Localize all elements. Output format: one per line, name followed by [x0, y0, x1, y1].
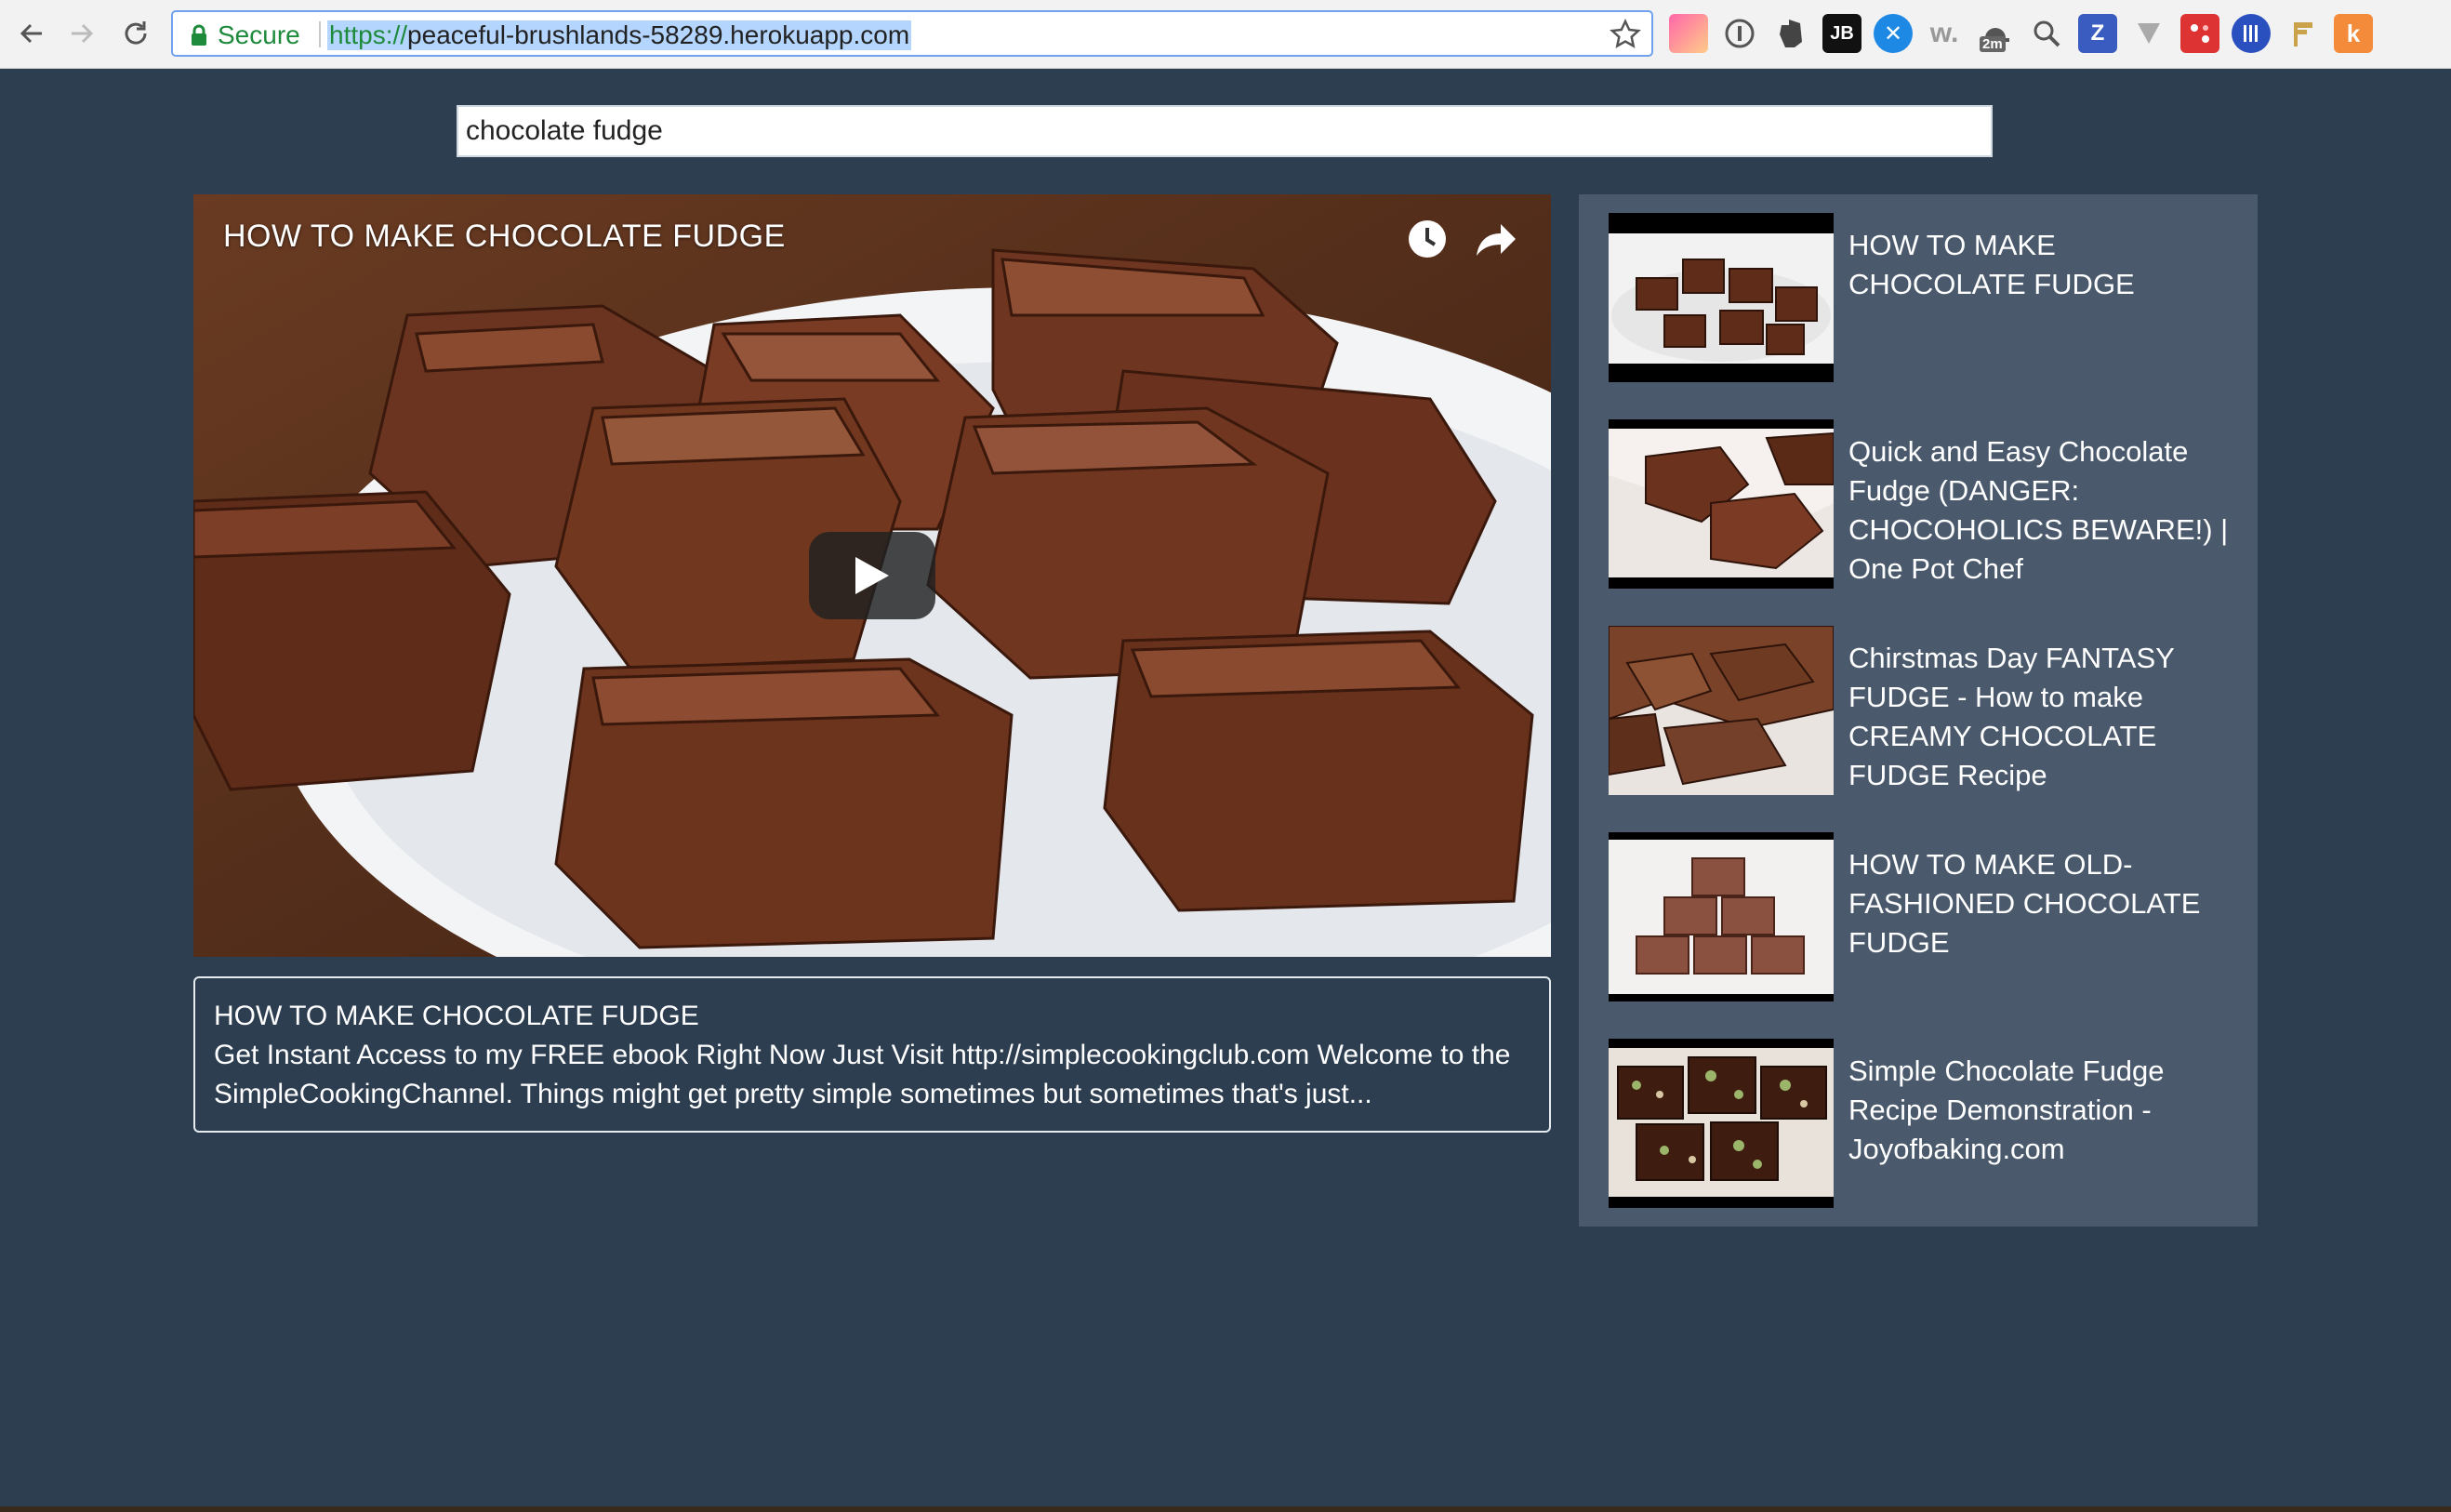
flag-icon[interactable] [2283, 14, 2322, 53]
w-icon[interactable]: w. [1925, 14, 1964, 53]
hubspot-icon[interactable]: k [2334, 14, 2373, 53]
video-description: HOW TO MAKE CHOCOLATE FUDGE Get Instant … [193, 976, 1551, 1133]
video-title[interactable]: HOW TO MAKE CHOCOLATE FUDGE [223, 219, 786, 255]
related-video-title[interactable]: Simple Chocolate Fudge Recipe Demonstrat… [1848, 1052, 2239, 1169]
video-thumbnail[interactable] [1609, 832, 1834, 1001]
v-icon[interactable] [2129, 14, 2168, 53]
grid-icon[interactable] [2180, 14, 2219, 53]
address-bar[interactable]: Secure https://peaceful-brushlands-58289… [171, 10, 1653, 57]
zoom-icon[interactable] [2027, 14, 2066, 53]
forward-arrow-icon [72, 23, 94, 44]
secure-indicator[interactable]: Secure [190, 20, 300, 50]
list-item[interactable]: Quick and Easy Chocolate Fudge (DANGER: … [1609, 419, 2241, 589]
extensions-bar: JB ✕ w. 2m Z k [1669, 14, 2373, 53]
watch-later-icon[interactable] [1405, 217, 1450, 261]
reload-button[interactable] [117, 15, 154, 52]
jetbrains-icon[interactable]: JB [1822, 14, 1861, 53]
stripes-icon[interactable] [2232, 14, 2271, 53]
search-input[interactable] [457, 105, 1993, 157]
extension-badge: 2m [1980, 36, 2006, 52]
bookmark-star-icon[interactable] [1609, 18, 1642, 51]
related-video-title[interactable]: Chirstmas Day FANTASY FUDGE - How to mak… [1848, 639, 2239, 795]
related-video-title[interactable]: HOW TO MAKE CHOCOLATE FUDGE [1848, 226, 2239, 304]
list-item[interactable]: HOW TO MAKE OLD-FASHIONED CHOCOLATE FUDG… [1609, 832, 2241, 1001]
back-button[interactable] [13, 15, 50, 52]
reload-icon [125, 21, 147, 45]
paint-icon[interactable] [1669, 14, 1708, 53]
video-player[interactable]: HOW TO MAKE CHOCOLATE FUDGE [193, 194, 1551, 957]
divider [319, 21, 321, 47]
url-text[interactable]: https://peaceful-brushlands-58289.heroku… [327, 20, 912, 50]
url-scheme: https:// [329, 20, 408, 49]
back-arrow-icon [20, 23, 42, 44]
list-item[interactable]: Chirstmas Day FANTASY FUDGE - How to mak… [1609, 626, 2241, 795]
list-item[interactable]: Simple Chocolate Fudge Recipe Demonstrat… [1609, 1039, 2241, 1208]
ball-icon[interactable]: ✕ [1874, 14, 1913, 53]
list-item[interactable]: HOW TO MAKE CHOCOLATE FUDGE [1609, 213, 2241, 382]
video-thumbnail[interactable] [1609, 419, 1834, 589]
forward-button[interactable] [63, 15, 100, 52]
info-icon[interactable] [1720, 14, 1759, 53]
play-icon [855, 557, 889, 594]
browser-toolbar: Secure https://peaceful-brushlands-58289… [0, 0, 2451, 69]
window-edge [0, 1506, 2451, 1512]
video-thumbnail[interactable] [1609, 1039, 1834, 1208]
url-host: peaceful-brushlands-58289.herokuapp.com [407, 20, 910, 49]
video-thumbnail[interactable] [1609, 213, 1834, 382]
hat-icon[interactable]: 2m [1976, 14, 2015, 53]
share-icon[interactable] [1473, 217, 1519, 261]
related-video-title[interactable]: Quick and Easy Chocolate Fudge (DANGER: … [1848, 432, 2239, 589]
video-thumbnail[interactable] [1609, 626, 1834, 795]
evernote-icon[interactable] [1771, 14, 1810, 53]
z-icon[interactable]: Z [2078, 14, 2117, 53]
description-text: Get Instant Access to my FREE ebook Righ… [214, 1040, 1511, 1109]
secure-label: Secure [218, 20, 300, 49]
related-videos-list: HOW TO MAKE CHOCOLATE FUDGE Quick and Ea… [1579, 194, 2258, 1227]
related-video-title[interactable]: HOW TO MAKE OLD-FASHIONED CHOCOLATE FUDG… [1848, 845, 2239, 962]
lock-icon [192, 24, 206, 46]
description-title: HOW TO MAKE CHOCOLATE FUDGE [214, 1001, 699, 1031]
play-button[interactable] [809, 532, 935, 619]
